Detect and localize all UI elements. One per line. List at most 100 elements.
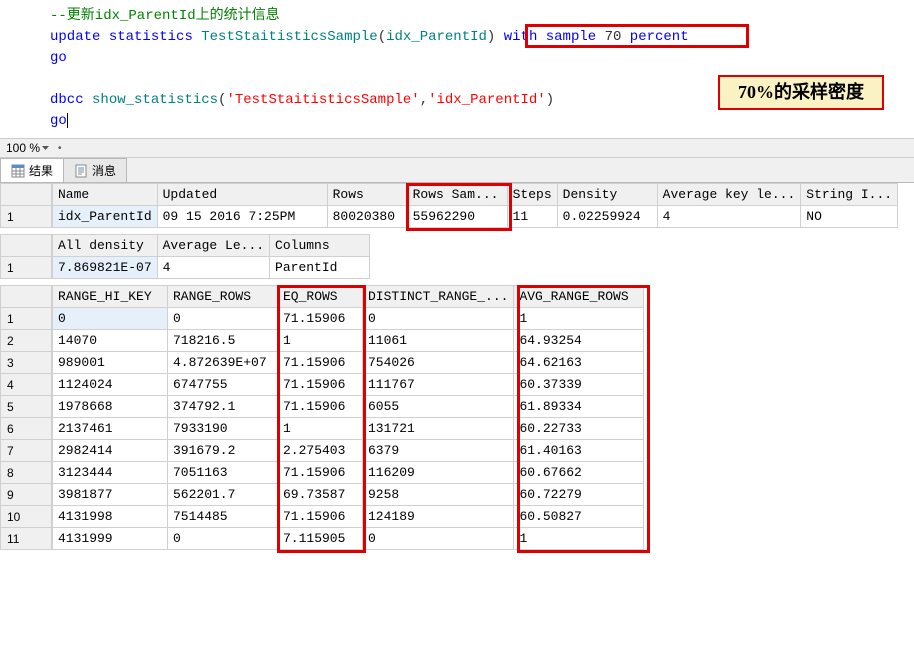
- cell[interactable]: 131721: [363, 418, 514, 440]
- column-header[interactable]: RANGE_HI_KEY: [53, 286, 168, 308]
- cell[interactable]: 1978668: [53, 396, 168, 418]
- sql-editor[interactable]: --更新idx_ParentId上的统计信息 update statistics…: [0, 0, 914, 138]
- cell[interactable]: 61.40163: [514, 440, 644, 462]
- cell[interactable]: 374792.1: [168, 396, 278, 418]
- cell[interactable]: 60.22733: [514, 418, 644, 440]
- cell[interactable]: 7051163: [168, 462, 278, 484]
- row-number[interactable]: 7: [0, 440, 52, 462]
- column-header[interactable]: Steps: [507, 184, 557, 206]
- cell[interactable]: ParentId: [270, 257, 370, 279]
- column-header[interactable]: AVG_RANGE_ROWS: [514, 286, 644, 308]
- cell[interactable]: 69.73587: [278, 484, 363, 506]
- cell[interactable]: 4.872639E+07: [168, 352, 278, 374]
- cell[interactable]: 09 15 2016 7:25PM: [157, 206, 327, 228]
- cell[interactable]: 9258: [363, 484, 514, 506]
- cell[interactable]: 64.93254: [514, 330, 644, 352]
- cell[interactable]: 60.50827: [514, 506, 644, 528]
- cell[interactable]: 116209: [363, 462, 514, 484]
- cell[interactable]: 61.89334: [514, 396, 644, 418]
- column-header[interactable]: Rows: [327, 184, 407, 206]
- column-header[interactable]: Rows Sam...: [407, 184, 507, 206]
- row-number[interactable]: 3: [0, 352, 52, 374]
- cell[interactable]: 11061: [363, 330, 514, 352]
- cell[interactable]: 0: [168, 308, 278, 330]
- cell[interactable]: NO: [801, 206, 898, 228]
- cell[interactable]: 14070: [53, 330, 168, 352]
- cell[interactable]: 71.15906: [278, 506, 363, 528]
- cell[interactable]: 6379: [363, 440, 514, 462]
- cell[interactable]: 562201.7: [168, 484, 278, 506]
- cell[interactable]: 4: [657, 206, 801, 228]
- cell[interactable]: 754026: [363, 352, 514, 374]
- cell[interactable]: 2137461: [53, 418, 168, 440]
- column-header[interactable]: DISTINCT_RANGE_...: [363, 286, 514, 308]
- cell[interactable]: 6747755: [168, 374, 278, 396]
- tab-messages[interactable]: 消息: [63, 158, 127, 182]
- column-header[interactable]: All density: [53, 235, 158, 257]
- row-number[interactable]: 1: [0, 308, 52, 330]
- zoom-dropdown[interactable]: 100 %: [6, 141, 49, 155]
- cell[interactable]: 6055: [363, 396, 514, 418]
- row-number[interactable]: 8: [0, 462, 52, 484]
- cell[interactable]: 55962290: [407, 206, 507, 228]
- cell[interactable]: 71.15906: [278, 308, 363, 330]
- row-number[interactable]: 1: [0, 257, 52, 279]
- cell[interactable]: 64.62163: [514, 352, 644, 374]
- column-header[interactable]: Density: [557, 184, 657, 206]
- cell[interactable]: 4131998: [53, 506, 168, 528]
- cell[interactable]: 0: [53, 308, 168, 330]
- column-header[interactable]: Updated: [157, 184, 327, 206]
- row-number[interactable]: 9: [0, 484, 52, 506]
- grid-histogram[interactable]: RANGE_HI_KEYRANGE_ROWSEQ_ROWSDISTINCT_RA…: [52, 285, 644, 550]
- tab-results[interactable]: 结果: [0, 158, 64, 182]
- row-number[interactable]: 10: [0, 506, 52, 528]
- cell[interactable]: 7933190: [168, 418, 278, 440]
- cell[interactable]: 71.15906: [278, 374, 363, 396]
- cell[interactable]: 4: [157, 257, 269, 279]
- column-header[interactable]: RANGE_ROWS: [168, 286, 278, 308]
- row-header-corner[interactable]: [0, 183, 52, 206]
- cell[interactable]: 60.72279: [514, 484, 644, 506]
- cell[interactable]: 4131999: [53, 528, 168, 550]
- cell[interactable]: 0: [363, 528, 514, 550]
- cell[interactable]: 3123444: [53, 462, 168, 484]
- cell[interactable]: 1124024: [53, 374, 168, 396]
- cell[interactable]: 718216.5: [168, 330, 278, 352]
- cell[interactable]: 124189: [363, 506, 514, 528]
- cell[interactable]: 7.115905: [278, 528, 363, 550]
- column-header[interactable]: String I...: [801, 184, 898, 206]
- row-header-corner[interactable]: [0, 285, 52, 308]
- cell[interactable]: 0.02259924: [557, 206, 657, 228]
- row-header-corner[interactable]: [0, 234, 52, 257]
- column-header[interactable]: Columns: [270, 235, 370, 257]
- cell[interactable]: 1: [278, 330, 363, 352]
- cell[interactable]: 2.275403: [278, 440, 363, 462]
- cell[interactable]: 2982414: [53, 440, 168, 462]
- column-header[interactable]: Average Le...: [157, 235, 269, 257]
- row-number[interactable]: 4: [0, 374, 52, 396]
- cell[interactable]: 1: [514, 528, 644, 550]
- cell[interactable]: 0: [168, 528, 278, 550]
- row-number[interactable]: 2: [0, 330, 52, 352]
- cell[interactable]: 71.15906: [278, 396, 363, 418]
- row-number[interactable]: 11: [0, 528, 52, 550]
- row-number[interactable]: 5: [0, 396, 52, 418]
- row-number[interactable]: 6: [0, 418, 52, 440]
- cell[interactable]: 7.869821E-07: [53, 257, 158, 279]
- cell[interactable]: 3981877: [53, 484, 168, 506]
- cell[interactable]: 71.15906: [278, 462, 363, 484]
- cell[interactable]: 989001: [53, 352, 168, 374]
- grid-stat-header[interactable]: NameUpdatedRowsRows Sam...StepsDensityAv…: [52, 183, 898, 228]
- cell[interactable]: idx_ParentId: [53, 206, 158, 228]
- cell[interactable]: 11: [507, 206, 557, 228]
- cell[interactable]: 60.67662: [514, 462, 644, 484]
- cell[interactable]: 1: [514, 308, 644, 330]
- grid-density[interactable]: All densityAverage Le...Columns 7.869821E…: [52, 234, 370, 279]
- cell[interactable]: 111767: [363, 374, 514, 396]
- cell[interactable]: 391679.2: [168, 440, 278, 462]
- row-number[interactable]: 1: [0, 206, 52, 228]
- cell[interactable]: 60.37339: [514, 374, 644, 396]
- column-header[interactable]: Name: [53, 184, 158, 206]
- cell[interactable]: 1: [278, 418, 363, 440]
- cell[interactable]: 7514485: [168, 506, 278, 528]
